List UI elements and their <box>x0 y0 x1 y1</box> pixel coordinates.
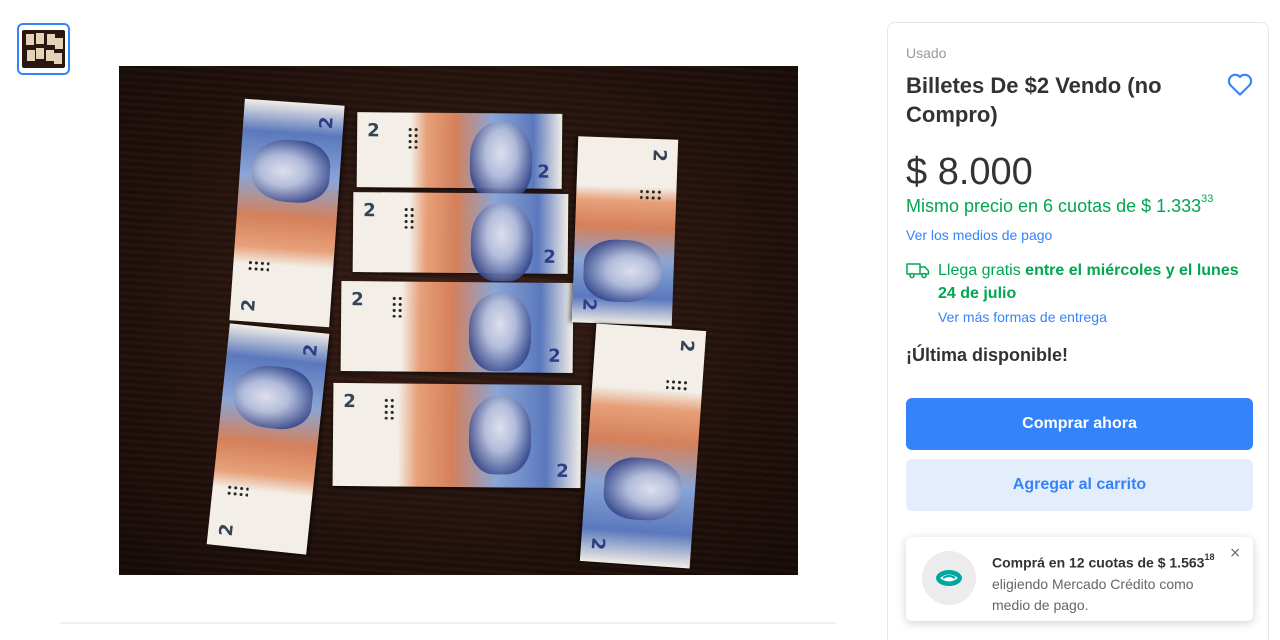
banknote: 22 <box>356 112 563 201</box>
product-main-image[interactable]: 22 22 22 22 22 22 22 22 <box>119 66 798 575</box>
banknote: 22 <box>229 98 345 328</box>
banknote: 22 <box>332 382 582 489</box>
installments-info: Mismo precio en 6 cuotas de $ 1.33333 <box>906 193 1214 217</box>
item-condition: Usado <box>906 45 947 61</box>
banknote: 22 <box>579 323 707 569</box>
close-icon[interactable]: × <box>1229 545 1241 561</box>
buy-box: Usado Billetes De $2 Vendo (no Compro) $… <box>887 22 1269 640</box>
gallery-thumbnail[interactable] <box>17 23 70 75</box>
promo-text: Comprá en 12 cuotas de $ 1.56318 eligien… <box>992 549 1232 616</box>
banknote: 22 <box>340 280 574 374</box>
stock-status: ¡Última disponible! <box>906 345 1068 365</box>
product-title: Billetes De $2 Vendo (no Compro) <box>906 73 1162 127</box>
installments-cents: 33 <box>1201 193 1214 205</box>
thumbnail-image <box>22 30 65 68</box>
promo-headline-cents: 18 <box>1204 552 1215 562</box>
mercado-credito-icon <box>922 551 976 605</box>
credit-promo-card: Comprá en 12 cuotas de $ 1.56318 eligien… <box>906 537 1253 621</box>
promo-headline: Comprá en 12 cuotas de $ 1.563 <box>992 554 1205 571</box>
shipping-prefix: Llega gratis <box>938 262 1026 279</box>
product-price: $ 8.000 <box>906 151 1033 193</box>
divider <box>60 622 836 624</box>
banknote: 22 <box>571 136 679 326</box>
shipping-info: Llega gratis entre el miércoles y el lun… <box>938 259 1258 305</box>
truck-icon <box>906 263 930 279</box>
banknote: 22 <box>352 192 569 282</box>
installments-text: Mismo precio en 6 cuotas de $ 1.333 <box>906 196 1202 216</box>
promo-body: eligiendo Mercado Crédito como medio de … <box>992 575 1194 613</box>
add-to-cart-button[interactable]: Agregar al carrito <box>906 459 1253 511</box>
payment-methods-link[interactable]: Ver los medios de pago <box>906 227 1052 243</box>
buy-now-button[interactable]: Comprar ahora <box>906 398 1253 450</box>
delivery-options-link[interactable]: Ver más formas de entrega <box>938 309 1107 325</box>
heart-icon[interactable] <box>1225 69 1255 99</box>
